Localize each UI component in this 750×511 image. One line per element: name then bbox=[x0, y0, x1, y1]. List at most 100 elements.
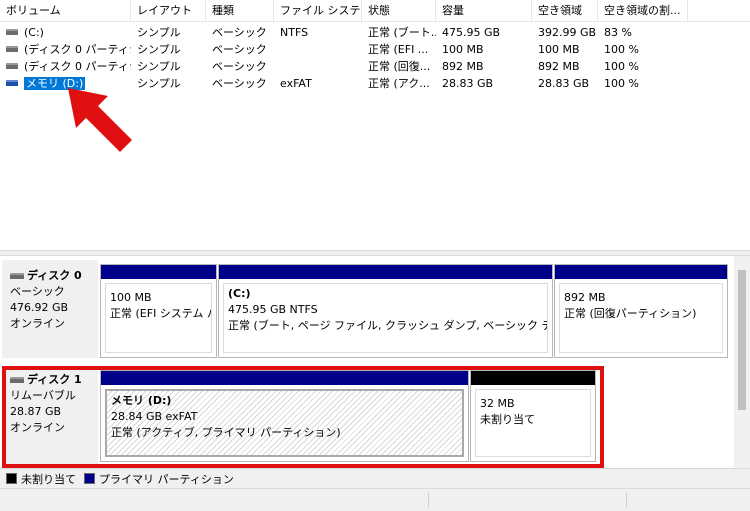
partition-body: 892 MB 正常 (回復パーティション) bbox=[559, 283, 723, 353]
disk-1-name: ディスク 1 bbox=[27, 373, 82, 386]
partition-body: (C:) 475.95 GB NTFS 正常 (ブート, ページ ファイル, ク… bbox=[223, 283, 548, 353]
partition-memory-d[interactable]: メモリ (D:) 28.84 GB exFAT 正常 (アクティブ, プライマリ… bbox=[100, 370, 469, 462]
volume-free-pct: 100 % bbox=[604, 77, 639, 90]
status-separator bbox=[428, 492, 429, 508]
col-header-volume[interactable]: ボリューム bbox=[0, 0, 131, 22]
partition-name: メモリ (D:) bbox=[111, 394, 172, 407]
partition-bar bbox=[471, 371, 595, 385]
partition-name: (C:) bbox=[228, 287, 251, 300]
col-header-free-pct[interactable]: 空き領域の割... bbox=[598, 0, 688, 22]
disk-0-info[interactable]: ディスク 0 ベーシック 476.92 GB オンライン bbox=[2, 260, 98, 358]
volume-fs: NTFS bbox=[280, 26, 309, 39]
volume-name: (ディスク 0 パーティショ... bbox=[24, 60, 131, 73]
removable-volume-icon bbox=[6, 80, 18, 86]
volume-type: ベーシック bbox=[212, 60, 267, 73]
partition-bar bbox=[219, 265, 552, 279]
partition-status: 正常 (回復パーティション) bbox=[564, 307, 697, 320]
volume-icon bbox=[6, 46, 18, 52]
legend-label: プライマリ パーティション bbox=[99, 472, 234, 486]
volume-status: 正常 (回復... bbox=[368, 60, 431, 73]
disk-0-state: オンライン bbox=[10, 317, 65, 330]
volume-layout: シンプル bbox=[137, 43, 181, 56]
partition-body: 32 MB 未割り当て bbox=[475, 389, 591, 457]
volume-list[interactable]: ボリューム レイアウト 種類 ファイル システム 状態 容量 空き領域 空き領域… bbox=[0, 0, 750, 250]
disk-1-kind: リムーバブル bbox=[10, 389, 76, 402]
volume-type: ベーシック bbox=[212, 26, 267, 39]
volume-list-header: ボリューム レイアウト 種類 ファイル システム 状態 容量 空き領域 空き領域… bbox=[0, 0, 750, 22]
col-header-status[interactable]: 状態 bbox=[362, 0, 436, 22]
volume-icon bbox=[6, 63, 18, 69]
volume-name: (ディスク 0 パーティショ... bbox=[24, 43, 131, 56]
col-header-layout[interactable]: レイアウト bbox=[131, 0, 206, 22]
disk-1-state: オンライン bbox=[10, 421, 65, 434]
partition-efi[interactable]: 100 MB 正常 (EFI システム パーティション) bbox=[100, 264, 217, 358]
partition-status: 未割り当て bbox=[480, 413, 535, 426]
col-header-type[interactable]: 種類 bbox=[206, 0, 274, 22]
disk-icon bbox=[10, 273, 24, 279]
disk-icon bbox=[10, 377, 24, 383]
partition-recovery[interactable]: 892 MB 正常 (回復パーティション) bbox=[554, 264, 728, 358]
volume-fs: exFAT bbox=[280, 77, 312, 90]
volume-type: ベーシック bbox=[212, 77, 267, 90]
volume-row[interactable]: (C:) シンプル ベーシック NTFS 正常 (ブート... 475.95 G… bbox=[0, 24, 750, 41]
volume-capacity: 28.83 GB bbox=[442, 77, 494, 90]
partition-bar bbox=[101, 371, 468, 385]
volume-status: 正常 (ブート... bbox=[368, 26, 436, 39]
disk-0-size: 476.92 GB bbox=[10, 301, 69, 314]
volume-free-pct: 100 % bbox=[604, 60, 639, 73]
disk-1-size: 28.87 GB bbox=[10, 405, 62, 418]
partition-body: 100 MB 正常 (EFI システム パーティション) bbox=[105, 283, 212, 353]
legend-label: 未割り当て bbox=[21, 472, 76, 486]
volume-layout: シンプル bbox=[137, 26, 181, 39]
disk-0-title: ディスク 0 bbox=[10, 268, 98, 284]
partition-unallocated[interactable]: 32 MB 未割り当て bbox=[470, 370, 596, 462]
volume-icon bbox=[6, 29, 18, 35]
volume-capacity: 100 MB bbox=[442, 43, 484, 56]
partition-size: 32 MB bbox=[480, 397, 515, 410]
partition-status: 正常 (ブート, ページ ファイル, クラッシュ ダンプ, ベーシック データ … bbox=[228, 319, 547, 332]
legend-item-unallocated: 未割り当て bbox=[6, 471, 76, 487]
volume-free-pct: 100 % bbox=[604, 43, 639, 56]
col-header-free[interactable]: 空き領域 bbox=[532, 0, 598, 22]
volume-status: 正常 (EFI ... bbox=[368, 43, 429, 56]
col-header-filesystem[interactable]: ファイル システム bbox=[274, 0, 362, 22]
partition-size: 892 MB bbox=[564, 291, 606, 304]
disk-graphical-view: ディスク 0 ベーシック 476.92 GB オンライン 100 MB 正常 (… bbox=[0, 256, 734, 468]
scrollbar-thumb[interactable] bbox=[738, 270, 746, 410]
red-arrow-icon bbox=[68, 88, 132, 152]
disk-0-name: ディスク 0 bbox=[27, 269, 82, 282]
volume-fs bbox=[274, 58, 362, 75]
volume-free: 100 MB bbox=[538, 43, 580, 56]
volume-status: 正常 (アク... bbox=[368, 77, 430, 90]
disk-1-info[interactable]: ディスク 1 リムーバブル 28.87 GB オンライン bbox=[2, 366, 98, 464]
volume-row[interactable]: (ディスク 0 パーティショ... シンプル ベーシック 正常 (回復... 8… bbox=[0, 58, 750, 75]
volume-free: 892 MB bbox=[538, 60, 580, 73]
partition-status: 正常 (アクティブ, プライマリ パーティション) bbox=[111, 426, 341, 439]
partition-bar bbox=[555, 265, 727, 279]
volume-capacity: 892 MB bbox=[442, 60, 484, 73]
volume-free: 392.99 GB bbox=[538, 26, 597, 39]
primary-swatch-icon bbox=[84, 473, 95, 484]
partition-body-selected: メモリ (D:) 28.84 GB exFAT 正常 (アクティブ, プライマリ… bbox=[105, 389, 464, 457]
partition-c[interactable]: (C:) 475.95 GB NTFS 正常 (ブート, ページ ファイル, ク… bbox=[218, 264, 553, 358]
volume-row[interactable]: (ディスク 0 パーティショ... シンプル ベーシック 正常 (EFI ...… bbox=[0, 41, 750, 58]
col-header-capacity[interactable]: 容量 bbox=[436, 0, 532, 22]
volume-free: 28.83 GB bbox=[538, 77, 590, 90]
status-separator bbox=[626, 492, 627, 508]
volume-name: (C:) bbox=[24, 26, 44, 39]
legend-item-primary: プライマリ パーティション bbox=[84, 471, 234, 487]
partition-size: 100 MB bbox=[110, 291, 152, 304]
volume-fs bbox=[274, 41, 362, 58]
volume-free-pct: 83 % bbox=[604, 26, 632, 39]
disk-0-kind: ベーシック bbox=[10, 285, 65, 298]
disk-1-title: ディスク 1 bbox=[10, 372, 98, 388]
partition-bar bbox=[101, 265, 216, 279]
unallocated-swatch-icon bbox=[6, 473, 17, 484]
legend: 未割り当て プライマリ パーティション bbox=[0, 468, 750, 488]
partition-size: 28.84 GB exFAT bbox=[111, 410, 198, 423]
volume-layout: シンプル bbox=[137, 60, 181, 73]
disk-view-scrollbar[interactable] bbox=[734, 256, 750, 468]
volume-capacity: 475.95 GB bbox=[442, 26, 501, 39]
col-header-blank bbox=[688, 0, 750, 22]
partition-status: 正常 (EFI システム パーティション) bbox=[110, 307, 211, 320]
